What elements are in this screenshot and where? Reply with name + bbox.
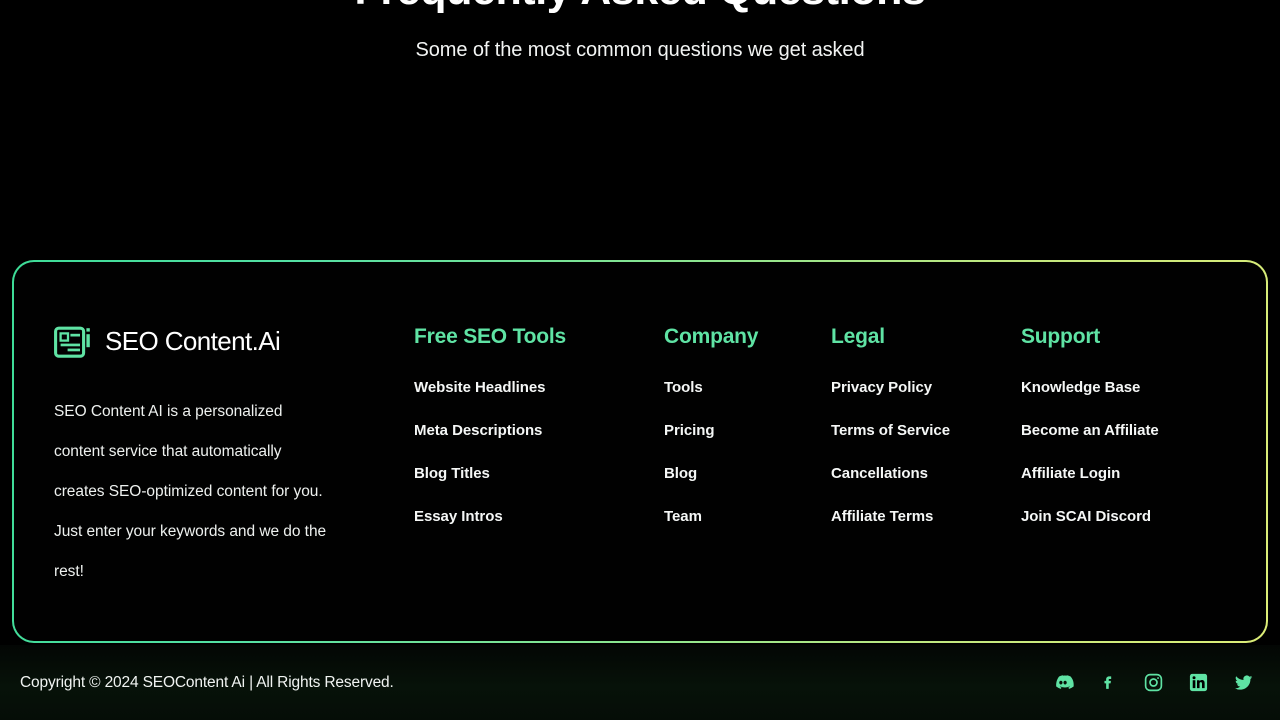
discord-icon[interactable] <box>1052 672 1074 694</box>
footer-brand-column: SEO Content.Ai SEO Content AI is a perso… <box>54 322 354 592</box>
footer-link-tools[interactable]: Tools <box>664 379 758 396</box>
twitter-icon[interactable] <box>1232 672 1254 694</box>
footer-link-terms-of-service[interactable]: Terms of Service <box>831 422 950 439</box>
footer-link-cancellations[interactable]: Cancellations <box>831 465 950 482</box>
copyright-text: Copyright © 2024 SEOContent Ai | All Rig… <box>20 673 394 691</box>
facebook-icon[interactable] <box>1097 672 1119 694</box>
footer-link-essay-intros[interactable]: Essay Intros <box>414 508 566 525</box>
footer-column-free-seo-tools: Free SEO Tools Website Headlines Meta De… <box>414 325 566 525</box>
column-title: Legal <box>831 325 885 348</box>
footer-link-team[interactable]: Team <box>664 508 758 525</box>
footer-link-pricing[interactable]: Pricing <box>664 422 758 439</box>
footer-column-support: Support Knowledge Base Become an Affilia… <box>1021 325 1159 525</box>
footer-column-legal: Legal Privacy Policy Terms of Service Ca… <box>831 325 950 525</box>
brand-description: SEO Content AI is a personalized content… <box>54 403 327 580</box>
footer-link-knowledge-base[interactable]: Knowledge Base <box>1021 379 1159 396</box>
linkedin-icon[interactable] <box>1187 672 1209 694</box>
brand-name: SEO Content.Ai <box>105 325 281 356</box>
footer-card-inner: SEO Content.Ai SEO Content AI is a perso… <box>14 262 1266 641</box>
instagram-icon[interactable] <box>1142 672 1164 694</box>
page-title: Frequently Asked Questions <box>0 0 1280 16</box>
seo-content-ai-logo-icon <box>54 322 92 360</box>
footer-link-privacy-policy[interactable]: Privacy Policy <box>831 379 950 396</box>
footer-link-blog[interactable]: Blog <box>664 465 758 482</box>
column-title: Free SEO Tools <box>414 325 567 348</box>
footer-column-company: Company Tools Pricing Blog Team <box>664 325 758 525</box>
brand-lockup[interactable]: SEO Content.Ai <box>54 322 354 360</box>
faq-header: Frequently Asked Questions Some of the m… <box>0 0 1280 62</box>
footer-link-affiliate-login[interactable]: Affiliate Login <box>1021 465 1159 482</box>
footer-link-blog-titles[interactable]: Blog Titles <box>414 465 566 482</box>
social-links <box>1052 672 1254 694</box>
footer-link-affiliate-terms[interactable]: Affiliate Terms <box>831 508 950 525</box>
footer-bottom-bar: Copyright © 2024 SEOContent Ai | All Rig… <box>0 645 1280 720</box>
footer-link-join-scai-discord[interactable]: Join SCAI Discord <box>1021 508 1159 525</box>
column-title: Company <box>664 325 759 348</box>
footer-card: SEO Content.Ai SEO Content AI is a perso… <box>12 260 1268 643</box>
footer-link-website-headlines[interactable]: Website Headlines <box>414 379 566 396</box>
footer-link-become-an-affiliate[interactable]: Become an Affiliate <box>1021 422 1159 439</box>
page-subtitle: Some of the most common questions we get… <box>415 38 865 61</box>
footer-link-meta-descriptions[interactable]: Meta Descriptions <box>414 422 566 439</box>
column-title: Support <box>1021 325 1101 348</box>
